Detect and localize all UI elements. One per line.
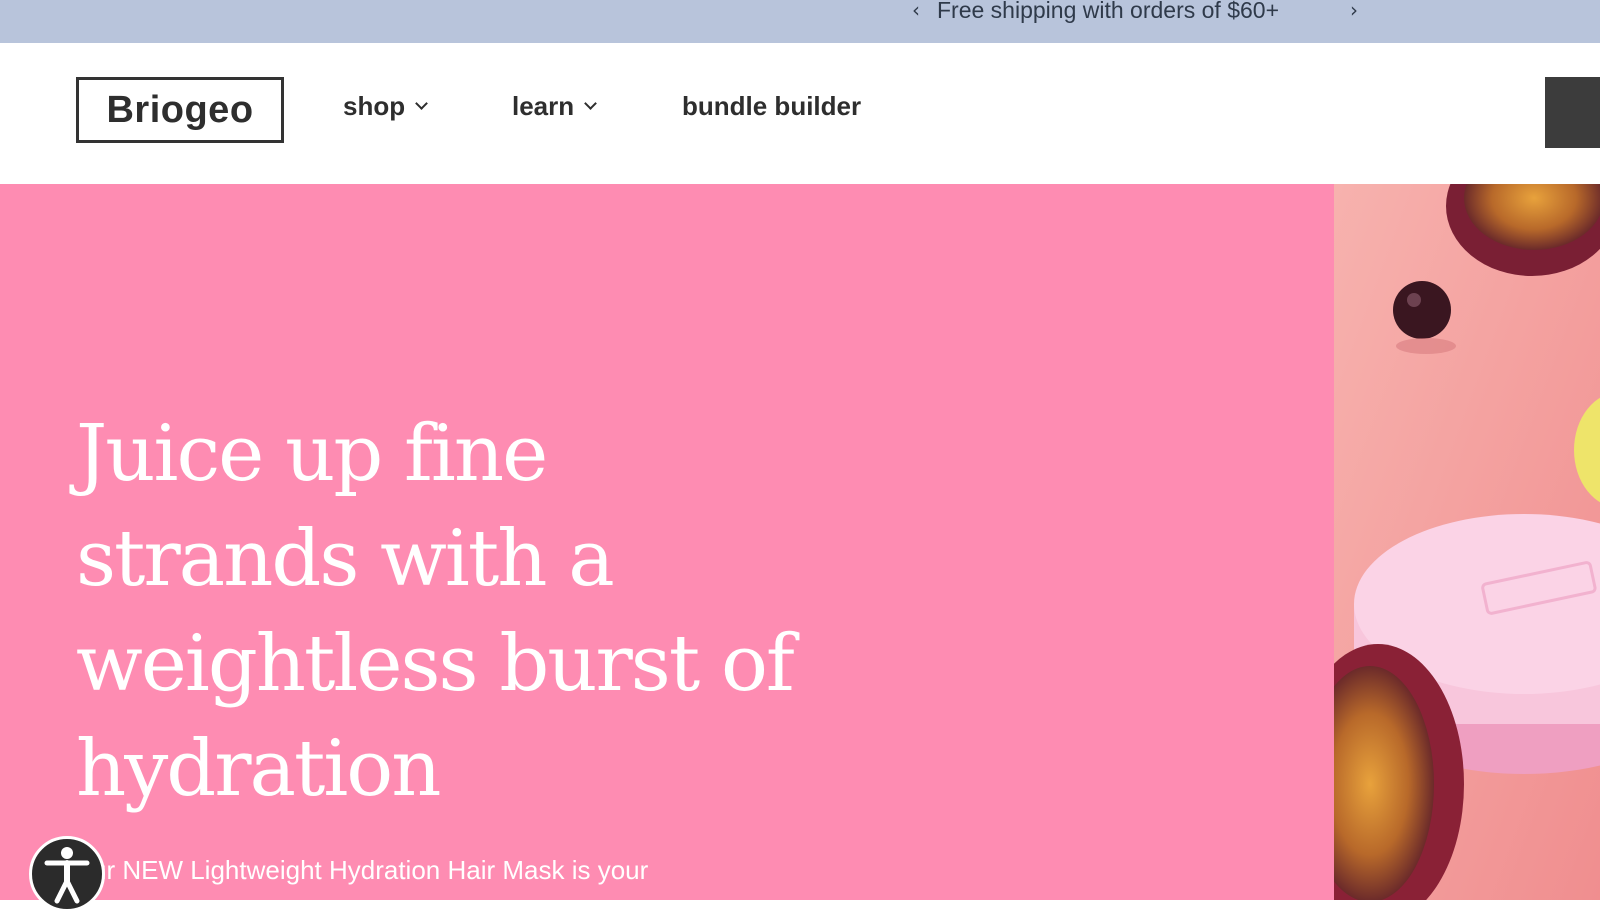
hero-product-image (1334, 184, 1600, 900)
header-action-button[interactable] (1545, 77, 1600, 148)
accessibility-icon (44, 847, 90, 904)
nav-learn[interactable]: learn (512, 91, 598, 122)
hero-title: Juice up fine strands with a weightless … (76, 409, 795, 814)
chevron-right-icon[interactable]: › (1350, 0, 1358, 22)
chevron-left-icon[interactable]: ‹ (912, 0, 920, 22)
hero-banner: Juice up fine strands with a weightless … (0, 184, 1334, 900)
nav-shop[interactable]: shop (343, 91, 428, 122)
accessibility-button[interactable] (29, 836, 105, 912)
nav-bundle-builder-label: bundle builder (682, 91, 862, 121)
announcement-text[interactable]: Free shipping with orders of $60+ (937, 0, 1279, 24)
chevron-down-icon (584, 97, 598, 110)
site-header: Briogeo shop learn bundle builder (0, 43, 1600, 184)
logo[interactable]: Briogeo (76, 77, 284, 143)
announcement-bar: ‹ Free shipping with orders of $60+ › (0, 0, 1600, 43)
chevron-down-icon (415, 97, 428, 110)
nav-bundle-builder[interactable]: bundle builder (682, 91, 861, 122)
nav-learn-label: learn (512, 91, 575, 121)
product-photo-graphic (1334, 184, 1600, 900)
nav-shop-label: shop (343, 91, 406, 121)
hero-subtitle: ur NEW Lightweight Hydration Hair Mask i… (92, 855, 649, 885)
